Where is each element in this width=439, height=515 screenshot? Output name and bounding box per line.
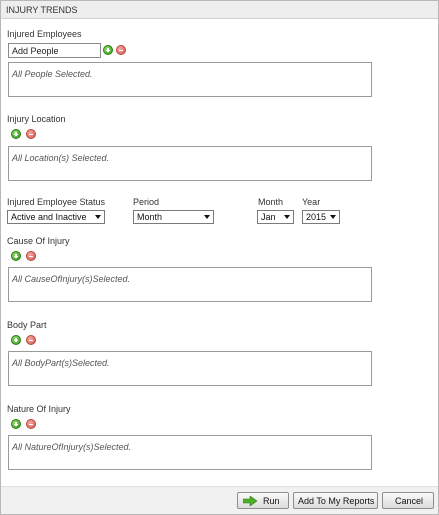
nature-of-injury-label: Nature Of Injury (7, 404, 71, 414)
run-button-label: Run (263, 496, 280, 506)
cause-of-injury-label: Cause Of Injury (7, 236, 70, 246)
add-to-reports-label: Add To My Reports (298, 496, 375, 506)
employee-status-label: Injured Employee Status (7, 197, 106, 207)
cancel-button-label: Cancel (395, 496, 424, 506)
nature-selection-box[interactable]: All NatureOfInjury(s)Selected. (8, 435, 372, 470)
body-part-selection-text: All BodyPart(s)Selected. (12, 358, 110, 368)
panel-title-bar: INJURY TRENDS (1, 1, 438, 19)
cause-selection-box[interactable]: All CauseOfInjury(s)Selected. (8, 267, 372, 302)
injured-employees-label: Injured Employees (7, 29, 82, 39)
body-part-label: Body Part (7, 320, 47, 330)
add-location-icon[interactable] (11, 129, 21, 139)
chevron-down-icon (204, 215, 210, 219)
add-to-my-reports-button[interactable]: Add To My Reports (293, 492, 378, 509)
year-label: Year (302, 197, 321, 207)
add-body-part-icon[interactable] (11, 335, 21, 345)
injury-trends-panel: INJURY TRENDS Injured Employees All Peop… (0, 0, 439, 515)
chevron-down-icon (284, 215, 290, 219)
body-part-selection-box[interactable]: All BodyPart(s)Selected. (8, 351, 372, 386)
month-value: Jan (261, 212, 276, 222)
month-select[interactable]: Jan (257, 210, 294, 224)
employees-selection-box[interactable]: All People Selected. (8, 62, 372, 97)
chevron-down-icon (95, 215, 101, 219)
run-button[interactable]: Run (237, 492, 289, 509)
add-cause-icon[interactable] (11, 251, 21, 261)
remove-nature-icon[interactable] (26, 419, 36, 429)
chevron-down-icon (330, 215, 336, 219)
employee-status-value: Active and Inactive (11, 212, 87, 222)
remove-employee-icon[interactable] (116, 45, 126, 55)
employees-selection-text: All People Selected. (12, 69, 93, 79)
remove-cause-icon[interactable] (26, 251, 36, 261)
remove-location-icon[interactable] (26, 129, 36, 139)
remove-body-part-icon[interactable] (26, 335, 36, 345)
month-label: Month (258, 197, 284, 207)
period-label: Period (133, 197, 160, 207)
arrow-right-icon (243, 496, 257, 506)
cancel-button[interactable]: Cancel (382, 492, 434, 509)
location-selection-text: All Location(s) Selected. (12, 153, 110, 163)
add-employee-icon[interactable] (103, 45, 113, 55)
panel-title: INJURY TRENDS (6, 5, 78, 15)
add-people-input[interactable] (8, 43, 101, 58)
period-value: Month (137, 212, 163, 222)
period-select[interactable]: Month (133, 210, 214, 224)
add-nature-icon[interactable] (11, 419, 21, 429)
cause-selection-text: All CauseOfInjury(s)Selected. (12, 274, 131, 284)
location-selection-box[interactable]: All Location(s) Selected. (8, 146, 372, 181)
nature-selection-text: All NatureOfInjury(s)Selected. (12, 442, 132, 452)
employee-status-select[interactable]: Active and Inactive (7, 210, 105, 224)
injury-location-label: Injury Location (7, 114, 66, 124)
year-value: 2015 (306, 212, 327, 222)
year-select[interactable]: 2015 (302, 210, 340, 224)
